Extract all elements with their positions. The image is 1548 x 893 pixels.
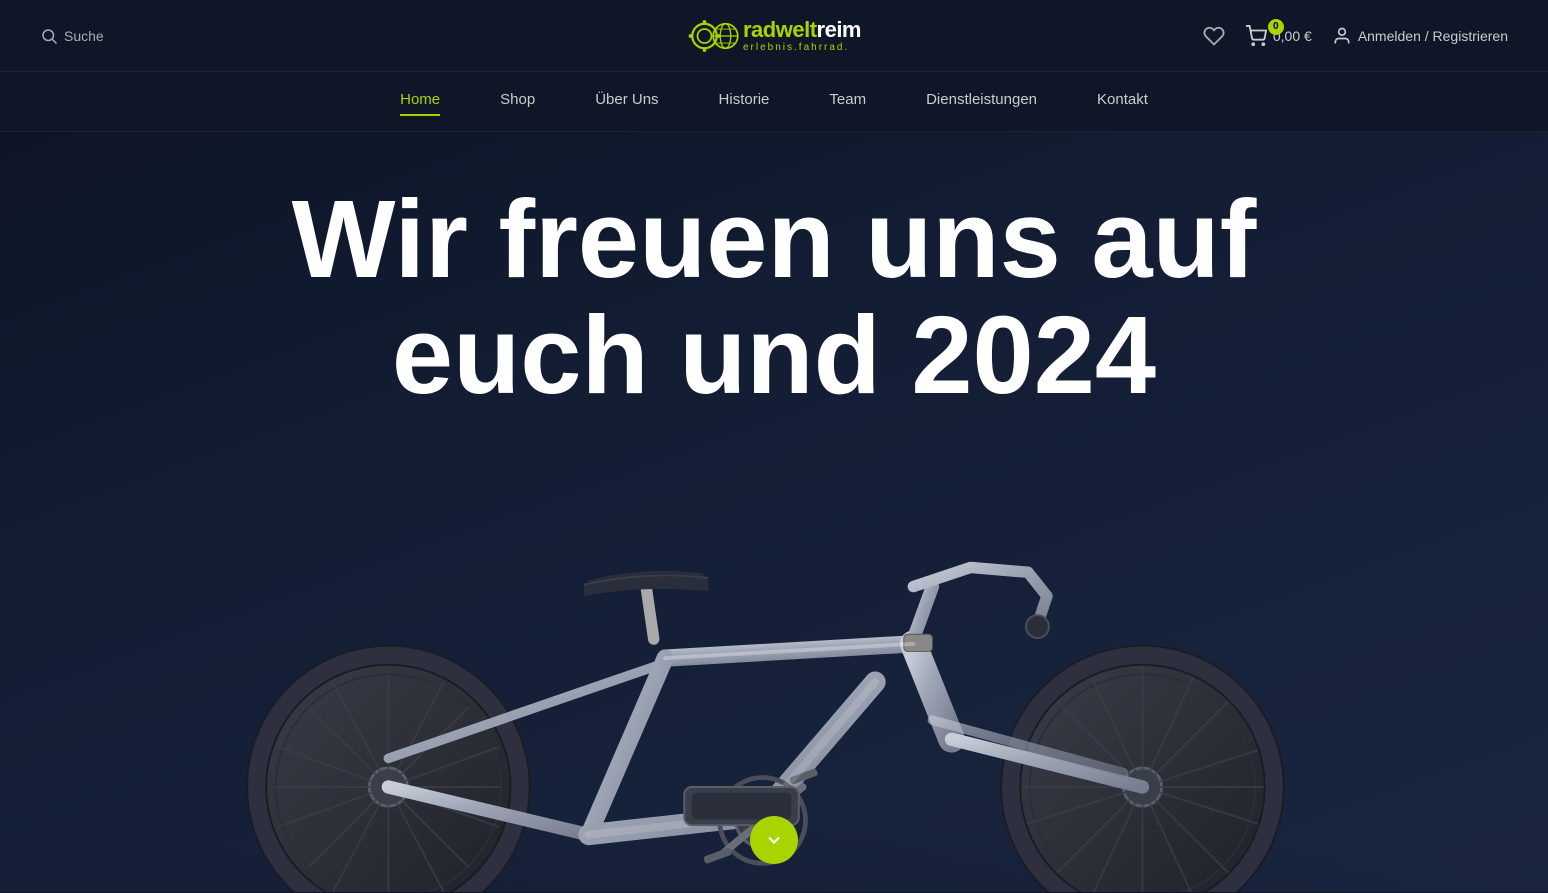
auth-button[interactable]: Anmelden / Registrieren <box>1332 26 1508 46</box>
nav-item-historie[interactable]: Historie <box>719 91 770 112</box>
logo-tagline: erlebnis.fahrrad. <box>743 43 861 53</box>
heart-icon <box>1203 25 1225 47</box>
hero-headline-line2: euch und 2024 <box>392 294 1156 417</box>
hero-section: Wir freuen uns auf euch und 2024 <box>0 132 1548 892</box>
hero-headline: Wir freuen uns auf euch und 2024 <box>252 132 1297 443</box>
nav-item-shop[interactable]: Shop <box>500 91 535 112</box>
site-header: Suche radweltreim erlebnis.fahrrad. <box>0 0 1548 72</box>
header-right-actions: 0 0,00 € Anmelden / Registrieren <box>1203 25 1508 47</box>
wishlist-button[interactable] <box>1203 25 1225 47</box>
nav-item-dienstleistungen[interactable]: Dienstleistungen <box>926 91 1037 112</box>
nav-item-kontakt[interactable]: Kontakt <box>1097 91 1148 112</box>
nav-item-ueber-uns[interactable]: Über Uns <box>595 91 658 112</box>
nav-item-team[interactable]: Team <box>829 91 866 112</box>
search-icon <box>40 27 58 45</box>
nav-item-home[interactable]: Home <box>400 91 440 112</box>
main-nav: Home Shop Über Uns Historie Team Dienstl… <box>0 72 1548 132</box>
user-icon <box>1332 26 1352 46</box>
hero-headline-line1: Wir freuen uns auf <box>292 178 1257 301</box>
logo[interactable]: radweltreim erlebnis.fahrrad. <box>687 8 861 64</box>
logo-text: radweltreim erlebnis.fahrrad. <box>743 19 861 53</box>
logo-icon <box>687 8 743 64</box>
scroll-down-button[interactable] <box>750 816 798 864</box>
cart-badge: 0 <box>1268 19 1284 35</box>
arrow-down-icon <box>764 830 784 850</box>
logo-text-right: reim <box>817 17 861 42</box>
cart-icon <box>1245 25 1267 47</box>
cart-button[interactable]: 0 0,00 € <box>1245 25 1312 47</box>
search-label: Suche <box>64 28 104 44</box>
auth-label: Anmelden / Registrieren <box>1358 28 1508 44</box>
search-area[interactable]: Suche <box>40 27 104 45</box>
logo-accent-left: radwelt <box>743 17 817 42</box>
